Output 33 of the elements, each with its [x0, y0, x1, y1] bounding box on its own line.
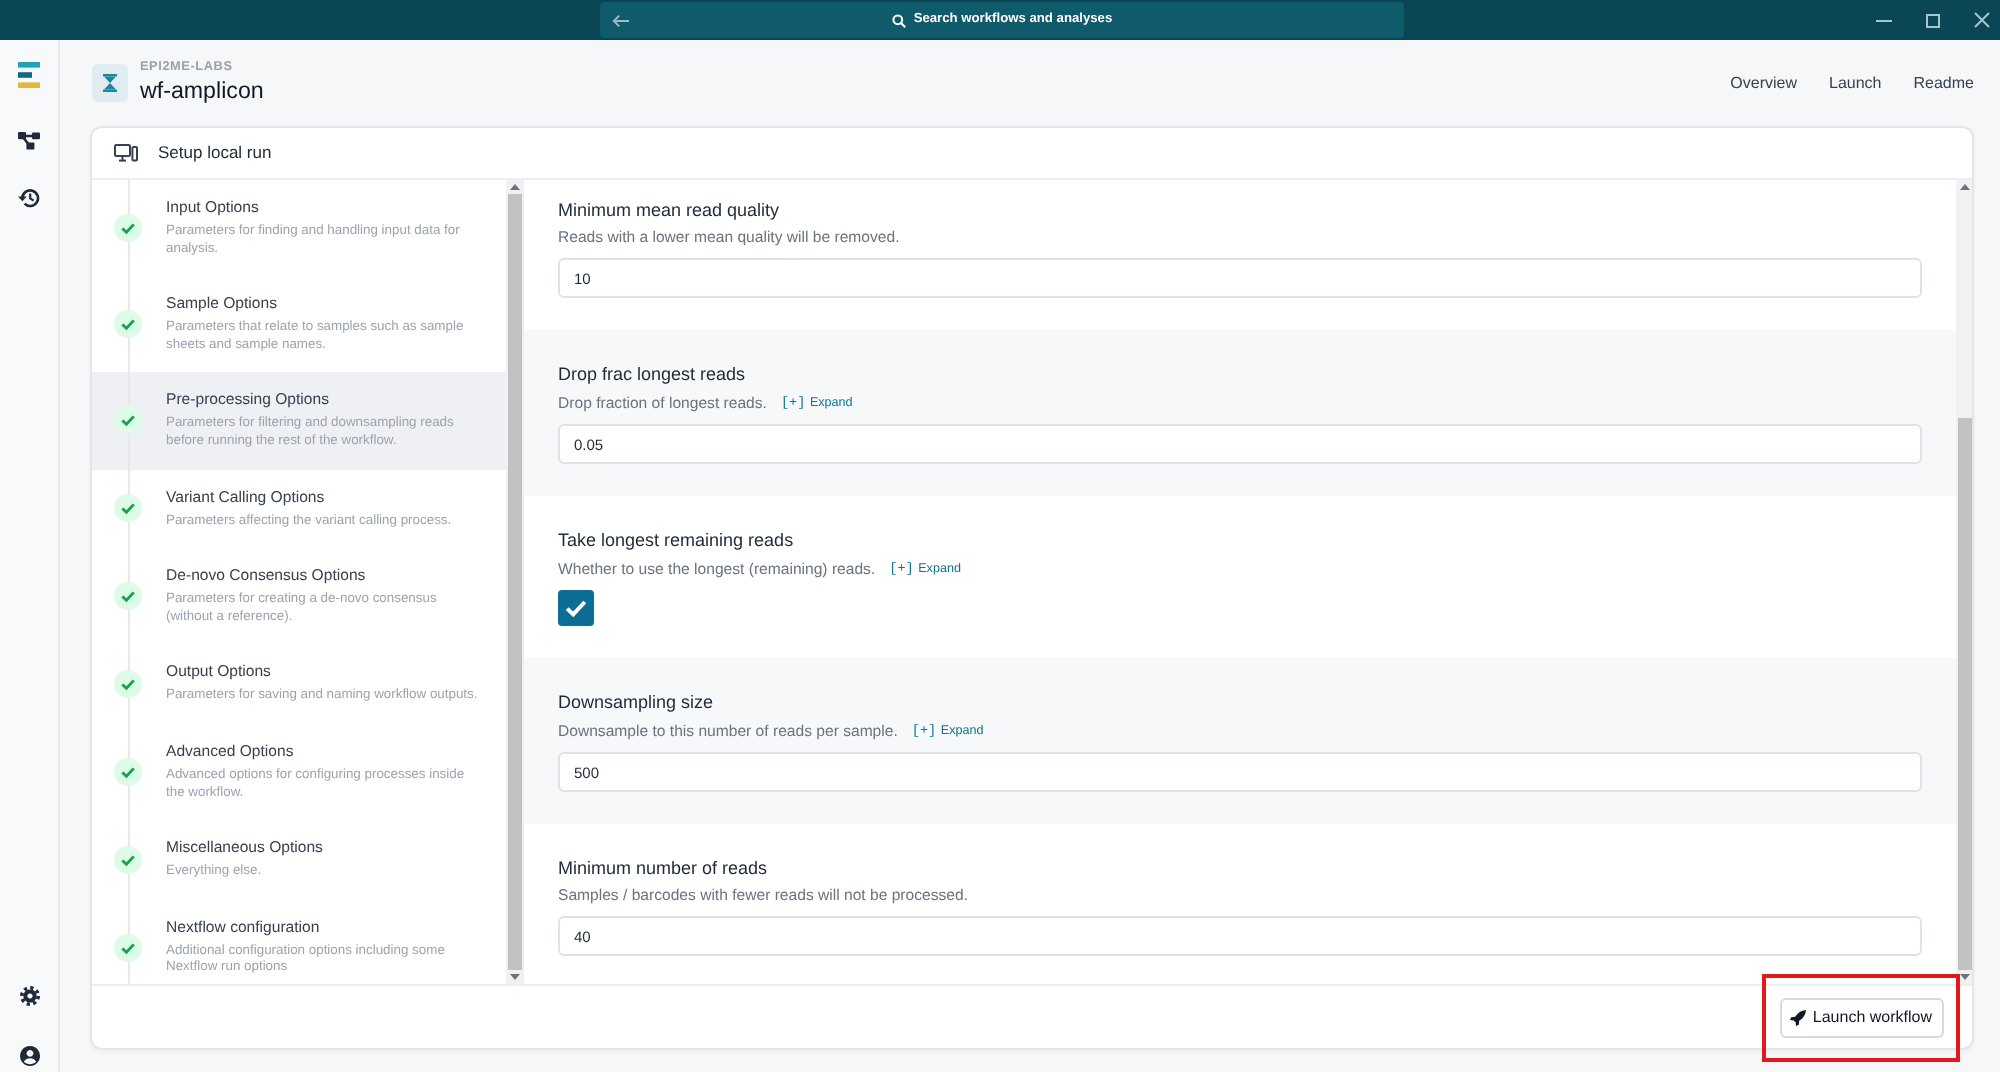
nav-link[interactable]: Launch — [1829, 73, 1882, 93]
parameter-label: Drop frac longest reads — [558, 364, 748, 384]
back-arrow-icon[interactable] — [612, 13, 630, 27]
settings-icon[interactable] — [19, 986, 39, 1006]
minimize-icon[interactable] — [1876, 19, 1892, 21]
search-icon — [891, 13, 906, 27]
parameter-label: Downsampling size — [558, 692, 716, 712]
checkbox[interactable] — [558, 590, 594, 626]
user-icon[interactable] — [19, 1046, 39, 1066]
rocket-icon — [1790, 1009, 1807, 1025]
card-title: Setup local run — [158, 140, 272, 166]
scrollbar-thumb[interactable] — [1957, 418, 1971, 970]
parameter-label: Minimum number of reads — [558, 858, 770, 878]
close-icon[interactable] — [1974, 12, 1990, 28]
nav-link[interactable]: Readme — [1913, 73, 1974, 93]
scrollbar[interactable] — [506, 180, 522, 984]
parameter-label: Minimum mean read quality — [558, 200, 782, 220]
parameter-label: Take longest remaining reads — [558, 530, 796, 550]
scroll-up-icon[interactable] — [509, 184, 519, 190]
nodes-icon[interactable] — [18, 132, 40, 150]
launch-workflow-button[interactable]: Launch workflow — [1780, 997, 1944, 1037]
scroll-down-icon[interactable] — [1959, 974, 1969, 980]
scroll-up-icon[interactable] — [1959, 184, 1969, 190]
hourglass-icon — [92, 64, 128, 102]
scrollbar[interactable] — [1956, 180, 1972, 984]
history-icon[interactable] — [18, 188, 40, 208]
workflow-title: wf-amplicon — [140, 76, 264, 106]
nav-link[interactable]: Overview — [1730, 73, 1797, 93]
scroll-down-icon[interactable] — [509, 974, 519, 980]
app-logo-icon[interactable] — [18, 62, 40, 88]
maximize-icon[interactable] — [1926, 13, 1940, 27]
scrollbar-thumb[interactable] — [507, 194, 521, 970]
monitor-icon — [114, 144, 138, 162]
